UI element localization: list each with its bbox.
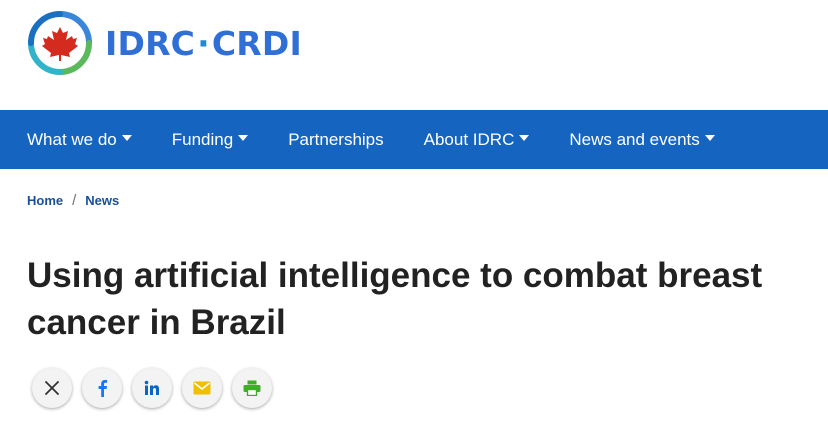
main-navigation: What we do Funding Partnerships About ID…	[0, 110, 828, 169]
nav-menu: What we do Funding Partnerships About ID…	[27, 110, 755, 169]
share-print-button[interactable]	[232, 368, 272, 408]
caret-down-icon	[121, 134, 132, 141]
logo-right-text: CRDI	[211, 23, 302, 63]
share-x-button[interactable]	[32, 368, 72, 408]
logo-separator: ·	[197, 23, 210, 63]
nav-item-partnerships[interactable]: Partnerships	[288, 130, 383, 150]
nav-item-label: What we do	[27, 129, 117, 149]
caret-down-icon	[519, 134, 530, 141]
breadcrumb-separator: /	[72, 192, 77, 209]
nav-item-about-idrc[interactable]: About IDRC	[424, 130, 530, 150]
caret-down-icon	[704, 134, 715, 141]
nav-item-label: Funding	[171, 129, 234, 149]
breadcrumb-news-link[interactable]: News	[85, 193, 119, 208]
logo-left-text: IDRC	[105, 23, 196, 63]
site-header: IDRC·CRDI	[0, 0, 828, 110]
nav-item-label: About IDRC	[423, 129, 515, 149]
nav-item-funding[interactable]: Funding	[171, 129, 249, 150]
page-title: Using artificial intelligence to combat …	[27, 256, 763, 342]
share-email-button[interactable]	[182, 368, 222, 408]
nav-item-label: News and events	[569, 129, 700, 149]
nav-item-news-and-events[interactable]: News and events	[569, 129, 715, 150]
linkedin-icon	[144, 380, 160, 396]
nav-item-what-we-do[interactable]: What we do	[27, 130, 132, 150]
idrc-logo[interactable]: IDRC·CRDI	[27, 10, 302, 76]
x-icon	[45, 381, 59, 395]
logo-text: IDRC·CRDI	[105, 24, 302, 63]
share-toolbar	[32, 368, 282, 408]
breadcrumb: Home / News	[27, 192, 119, 209]
nav-item-label: Partnerships	[288, 129, 384, 149]
email-icon	[193, 381, 211, 395]
breadcrumb-home-link[interactable]: Home	[27, 193, 63, 208]
share-linkedin-button[interactable]	[132, 368, 172, 408]
caret-down-icon	[238, 134, 249, 141]
print-icon	[243, 380, 261, 396]
facebook-icon	[96, 379, 108, 397]
share-facebook-button[interactable]	[82, 368, 122, 408]
maple-leaf-logo-icon	[27, 10, 93, 76]
